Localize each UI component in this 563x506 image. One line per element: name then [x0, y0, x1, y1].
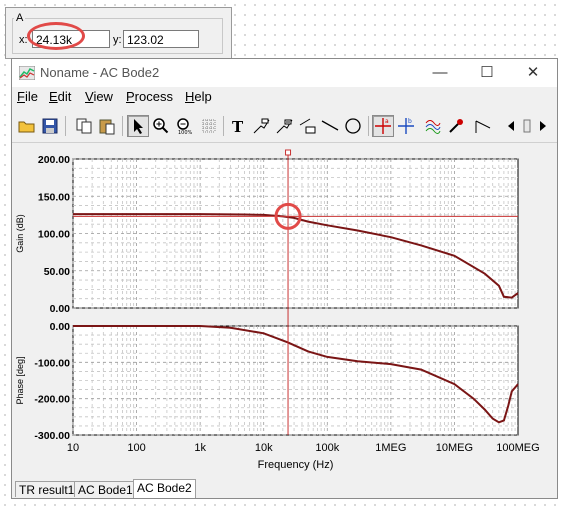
scroll-mid-button[interactable] [520, 115, 534, 137]
marker2-icon [276, 119, 293, 134]
x-tick-label: 100MEG [496, 442, 539, 454]
menu-edit[interactable]: Edit [49, 89, 71, 104]
y-value-field[interactable]: 123.02 [123, 30, 199, 48]
phase-tick-label: -100.00 [34, 357, 70, 369]
ellipse-icon [345, 118, 361, 134]
step-icon [475, 120, 491, 133]
scroll-right-icon [540, 121, 546, 131]
color-picker-button[interactable] [445, 115, 467, 137]
grid-icon [202, 119, 216, 133]
menu-file[interactable]: File [17, 89, 38, 104]
x-axis-label: Frequency (Hz) [258, 459, 334, 471]
cursor-readout-panel: A x: 24.13k y: 123.02 [5, 7, 232, 59]
grid-button[interactable] [198, 115, 220, 137]
minimize-button[interactable]: — [417, 59, 463, 87]
cursor-b-button[interactable]: b [395, 115, 417, 137]
maximize-button[interactable]: ☐ [464, 59, 510, 87]
cursor-a-handle [285, 149, 292, 156]
toolbar-separator [223, 116, 224, 136]
phase-tick-label: -300.00 [34, 430, 70, 442]
copy-icon [76, 118, 92, 134]
scroll-thumb-icon [523, 119, 531, 133]
save-icon [42, 118, 58, 134]
phase-tick-label: -200.00 [34, 394, 70, 406]
x-tick-label: 100 [127, 442, 145, 454]
gain-tick-label: 100.00 [38, 229, 70, 241]
menu-bar: File Edit View Process Help [12, 87, 557, 108]
svg-text:b: b [408, 118, 412, 125]
toolbar-separator [65, 116, 66, 136]
save-button[interactable] [39, 115, 61, 137]
ac-bode-window: Noname - AC Bode2 — ☐ ✕ File Edit View P… [11, 58, 558, 499]
x-value-field[interactable]: 24.13k [32, 30, 110, 48]
app-icon [19, 66, 35, 80]
scroll-left-icon [508, 121, 514, 131]
paste-icon [99, 119, 115, 135]
toolbar-separator [368, 116, 369, 136]
svg-text:T: T [232, 118, 244, 135]
line-icon [321, 120, 339, 131]
tab-ac-bode1[interactable]: AC Bode1 [74, 481, 137, 497]
series-icon [425, 120, 441, 134]
toolbar: 100% T a b [12, 110, 557, 143]
title-bar: Noname - AC Bode2 — ☐ ✕ [12, 59, 557, 87]
gain-tick-label: 200.00 [38, 154, 70, 166]
close-button[interactable]: ✕ [510, 59, 556, 87]
toolbar-separator [122, 116, 123, 136]
comment-icon [299, 118, 316, 134]
zoom-in-icon [153, 118, 169, 134]
menu-help[interactable]: Help [185, 89, 212, 104]
scroll-left-button[interactable] [504, 115, 518, 137]
x-tick-label: 10 [67, 442, 79, 454]
phase-axis-label: Phase [deg] [15, 356, 25, 404]
zoom-in-button[interactable] [150, 115, 172, 137]
zoom-out-icon: 100% [177, 118, 193, 135]
x-tick-label: 1k [194, 442, 206, 454]
phase-tick-label: 0.00 [50, 321, 71, 333]
gain-axis-label: Gain (dB) [15, 214, 25, 253]
step-button[interactable] [472, 115, 494, 137]
gain-tick-label: 150.00 [38, 191, 70, 203]
cursor-a-button[interactable]: a [372, 115, 394, 137]
marker-icon [253, 118, 270, 134]
x-tick-label: 10k [255, 442, 273, 454]
paste-button[interactable] [96, 115, 118, 137]
cursor-b-icon: b [398, 118, 414, 134]
menu-view[interactable]: View [85, 89, 113, 104]
gain-tick-label: 0.00 [50, 303, 71, 315]
zoom-out-button[interactable]: 100% [173, 115, 195, 137]
window-title: Noname - AC Bode2 [40, 65, 160, 80]
comment-button[interactable] [296, 115, 318, 137]
ellipse-button[interactable] [342, 115, 364, 137]
y-label: y: [113, 34, 122, 46]
text-icon: T [232, 118, 244, 135]
bode-plot-area[interactable]: 200.00 150.00 100.00 50.00 0.00 0.00 -100.00 -2… [13, 143, 557, 480]
text-button[interactable]: T [227, 115, 249, 137]
copy-button[interactable] [73, 115, 95, 137]
menu-process[interactable]: Process [126, 89, 173, 104]
open-icon [18, 121, 35, 133]
series-button[interactable] [422, 115, 444, 137]
open-button[interactable] [16, 115, 38, 137]
gain-tick-label: 50.00 [44, 266, 70, 278]
pointer-button[interactable] [127, 115, 149, 137]
result-tabs: TR result1 AC Bode1 AC Bode2 [12, 478, 557, 498]
x-tick-label: 1MEG [375, 442, 406, 454]
color-picker-icon [449, 119, 463, 133]
tab-tr-result1[interactable]: TR result1 [15, 481, 79, 497]
cursor-a-icon: a [375, 118, 391, 134]
line-button[interactable] [319, 115, 341, 137]
scroll-right-button[interactable] [536, 115, 550, 137]
cursor-group-label: A [14, 12, 26, 24]
x-tick-label: 10MEG [436, 442, 473, 454]
marker2-button[interactable] [273, 115, 295, 137]
pointer-icon [134, 119, 143, 134]
svg-text:a: a [385, 118, 389, 125]
svg-text:100%: 100% [178, 130, 193, 135]
bode-chart[interactable]: 200.00 150.00 100.00 50.00 0.00 0.00 -100.00 -2… [13, 143, 557, 478]
tab-ac-bode2[interactable]: AC Bode2 [133, 479, 196, 498]
x-tick-label: 100k [315, 442, 339, 454]
x-label: x: [19, 34, 28, 46]
marker-button[interactable] [250, 115, 272, 137]
